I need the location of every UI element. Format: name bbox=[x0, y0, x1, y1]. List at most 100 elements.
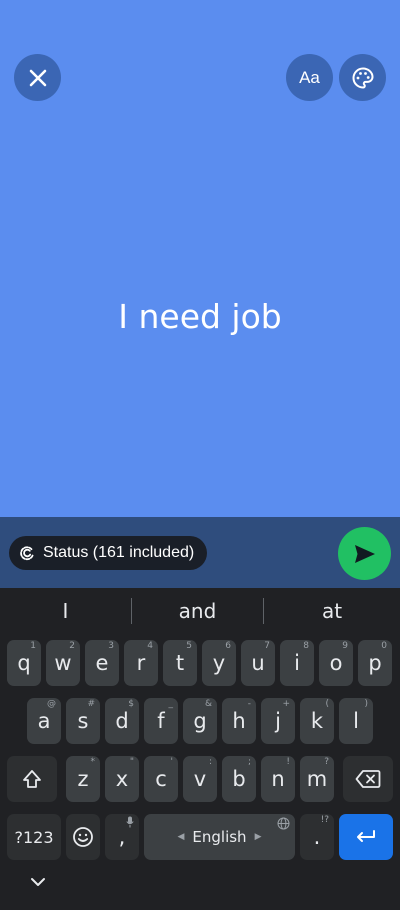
key-label: w bbox=[54, 651, 72, 675]
comma-label: , bbox=[118, 825, 126, 849]
suggestion-strip: I and at bbox=[0, 588, 400, 634]
period-hint: !? bbox=[320, 815, 329, 825]
key-h[interactable]: -h bbox=[222, 698, 256, 744]
key-hint: ! bbox=[286, 757, 290, 767]
key-label: y bbox=[212, 651, 226, 675]
key-s[interactable]: # s bbox=[66, 698, 100, 744]
key-hint: 4 bbox=[147, 641, 153, 651]
key-hint: ' bbox=[170, 757, 173, 767]
period-label: . bbox=[313, 825, 321, 849]
shift-key[interactable] bbox=[7, 756, 57, 802]
key-hint: _ bbox=[168, 699, 174, 709]
key-p[interactable]: 0p bbox=[358, 640, 392, 686]
keyboard bbox=[0, 588, 400, 910]
font-style-button[interactable]: Aa bbox=[286, 54, 333, 101]
key-label: b bbox=[232, 767, 246, 791]
status-audience-button[interactable]: Status (161 included) bbox=[9, 536, 208, 570]
key-label: m bbox=[306, 767, 328, 791]
font-style-label: Aa bbox=[299, 67, 320, 87]
key-label: h bbox=[232, 709, 246, 733]
key-r[interactable]: 4r bbox=[124, 640, 158, 686]
key-hint: 8 bbox=[303, 641, 309, 651]
suggestion-3[interactable]: at bbox=[264, 588, 400, 634]
key-hint: 1 bbox=[30, 641, 36, 651]
key-q[interactable]: 1q bbox=[7, 640, 41, 686]
key-c[interactable]: ' c bbox=[144, 756, 178, 802]
key-v[interactable]: :v bbox=[183, 756, 217, 802]
key-hint: 3 bbox=[108, 641, 114, 651]
key-j[interactable]: + j bbox=[261, 698, 295, 744]
key-label: p bbox=[368, 651, 382, 675]
key-label: d bbox=[115, 709, 129, 733]
key-b[interactable]: ; b bbox=[222, 756, 256, 802]
key-i[interactable]: 8i bbox=[280, 640, 314, 686]
key-label: f bbox=[157, 709, 165, 733]
key-hint: 6 bbox=[225, 641, 231, 651]
key-hint: 0 bbox=[381, 641, 387, 651]
key-k[interactable]: (k bbox=[300, 698, 334, 744]
send-icon bbox=[354, 544, 376, 564]
key-f[interactable]: _ f bbox=[144, 698, 178, 744]
key-hint: & bbox=[204, 699, 212, 709]
period-key[interactable]: !? . bbox=[300, 814, 334, 860]
key-label: k bbox=[310, 709, 324, 733]
key-hint: ; bbox=[247, 757, 251, 767]
key-u[interactable]: 7u bbox=[241, 640, 275, 686]
key-hint: 2 bbox=[69, 641, 75, 651]
key-hint: $ bbox=[128, 699, 134, 709]
enter-key[interactable] bbox=[339, 814, 393, 860]
key-hint: 5 bbox=[186, 641, 192, 651]
key-n[interactable]: ! n bbox=[261, 756, 295, 802]
send-button[interactable] bbox=[338, 527, 391, 580]
key-w[interactable]: 2w bbox=[46, 640, 80, 686]
close-button[interactable] bbox=[14, 54, 61, 101]
key-a[interactable]: @ a bbox=[27, 698, 61, 744]
key-label: c bbox=[155, 767, 167, 791]
mic-icon bbox=[126, 816, 134, 828]
key-label: x bbox=[115, 767, 129, 791]
keyboard-collapse-button[interactable] bbox=[28, 875, 48, 889]
status-text[interactable]: I need job bbox=[0, 297, 400, 336]
backspace-icon bbox=[355, 769, 381, 789]
key-label: g bbox=[193, 709, 207, 733]
space-key[interactable]: ◀ English ▶ bbox=[144, 814, 295, 860]
space-label: English bbox=[192, 828, 247, 846]
key-x[interactable]: " x bbox=[105, 756, 139, 802]
key-hint: + bbox=[282, 699, 290, 709]
key-label: j bbox=[275, 709, 281, 733]
symbols-key[interactable]: ?123 bbox=[7, 814, 61, 860]
key-g[interactable]: & g bbox=[183, 698, 217, 744]
emoji-key[interactable] bbox=[66, 814, 100, 860]
key-d[interactable]: $ d bbox=[105, 698, 139, 744]
key-t[interactable]: 5t bbox=[163, 640, 197, 686]
globe-icon bbox=[277, 817, 290, 830]
key-label: s bbox=[77, 709, 89, 733]
color-palette-button[interactable] bbox=[339, 54, 386, 101]
key-hint: @ bbox=[47, 699, 56, 709]
key-m[interactable]: ? m bbox=[300, 756, 334, 802]
status-icon bbox=[19, 545, 35, 561]
key-hint: : bbox=[208, 757, 212, 767]
key-e[interactable]: 3e bbox=[85, 640, 119, 686]
space-left-arrow: ◀ bbox=[177, 832, 185, 842]
palette-icon bbox=[351, 66, 375, 90]
key-label: n bbox=[271, 767, 285, 791]
suggestion-2[interactable]: and bbox=[132, 588, 263, 634]
suggestion-1[interactable]: I bbox=[0, 588, 131, 634]
key-label: r bbox=[136, 651, 146, 675]
key-label: z bbox=[77, 767, 89, 791]
key-hint: " bbox=[129, 757, 134, 767]
key-hint: ) bbox=[364, 699, 368, 709]
backspace-key[interactable] bbox=[343, 756, 393, 802]
key-label: e bbox=[95, 651, 109, 675]
key-z[interactable]: * z bbox=[66, 756, 100, 802]
key-label: a bbox=[37, 709, 51, 733]
key-label: t bbox=[175, 651, 185, 675]
key-hint: * bbox=[90, 757, 96, 767]
key-hint: 9 bbox=[342, 641, 348, 651]
enter-icon bbox=[355, 829, 377, 845]
key-y[interactable]: 6y bbox=[202, 640, 236, 686]
key-o[interactable]: 9o bbox=[319, 640, 353, 686]
key-l[interactable]: ) l bbox=[339, 698, 373, 744]
comma-key[interactable]: , bbox=[105, 814, 139, 860]
